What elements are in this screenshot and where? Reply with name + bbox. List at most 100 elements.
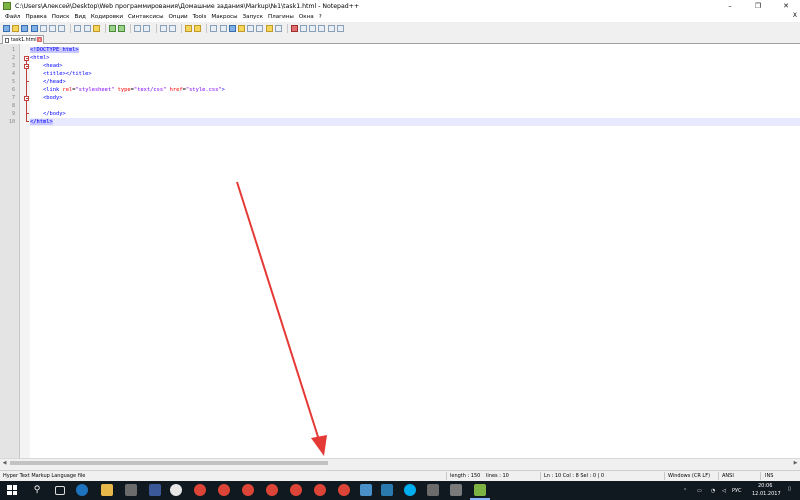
abc-spellcheck-icon[interactable]: [336, 24, 344, 32]
replace-icon[interactable]: [143, 24, 151, 32]
new-file-icon[interactable]: [3, 24, 10, 32]
search-icon[interactable]: ⚲: [31, 484, 43, 496]
close-document-button[interactable]: X: [793, 12, 797, 19]
doc-map-icon[interactable]: [247, 24, 255, 32]
scrollbar-thumb[interactable]: [10, 461, 328, 465]
app-icon[interactable]: [170, 484, 182, 496]
folder-workspace-icon[interactable]: [265, 24, 273, 32]
toolbar-separator: [104, 23, 106, 33]
people-icon[interactable]: ⌃: [683, 488, 687, 494]
volume-icon[interactable]: ◁: [722, 488, 726, 494]
file-explorer-icon[interactable]: [101, 484, 113, 496]
store-icon[interactable]: [149, 484, 161, 496]
horizontal-scrollbar[interactable]: ◀ ▶: [0, 458, 800, 467]
save-all-icon[interactable]: [30, 24, 38, 32]
undo-icon[interactable]: [108, 24, 116, 32]
close-all-icon[interactable]: [48, 24, 56, 32]
menu-tools[interactable]: Tools: [193, 14, 207, 20]
fold-toggle-head-icon[interactable]: [24, 63, 29, 69]
open-file-icon[interactable]: [12, 24, 20, 32]
code-text: </head>: [30, 79, 66, 85]
chrome-icon[interactable]: [338, 484, 350, 496]
fold-toggle-html-icon[interactable]: [24, 55, 29, 61]
clock-date[interactable]: 12.01.2017: [752, 491, 781, 497]
close-window-button[interactable]: ✕: [772, 0, 800, 12]
toolbar-separator: [286, 23, 288, 33]
find-icon[interactable]: [134, 24, 142, 32]
menu-file[interactable]: Файл: [5, 14, 20, 20]
menu-run[interactable]: Запуск: [243, 14, 263, 20]
clock-time[interactable]: 20:06: [758, 483, 772, 489]
scroll-left-icon[interactable]: ◀: [0, 459, 9, 467]
menu-encoding[interactable]: Кодировки: [91, 14, 123, 20]
chrome-icon[interactable]: [194, 484, 206, 496]
line-number: 1: [11, 47, 15, 53]
zoom-in-icon[interactable]: [159, 24, 167, 32]
edge-browser-icon[interactable]: [76, 484, 88, 496]
editor-area[interactable]: 1 2 3 4 5 6 7 8 9 10 <!DOCTYPE html> <ht…: [0, 44, 800, 458]
code-text: <title></title>: [30, 71, 92, 77]
play-macro-icon[interactable]: [309, 24, 317, 32]
menu-window[interactable]: Окна: [299, 14, 314, 20]
zoom-out-icon[interactable]: [168, 24, 176, 32]
menu-edit[interactable]: Правка: [25, 14, 46, 20]
function-list-icon[interactable]: [256, 24, 264, 32]
paste-icon[interactable]: [92, 24, 100, 32]
minimize-button[interactable]: –: [716, 0, 744, 12]
menu-settings[interactable]: Опции: [168, 14, 187, 20]
cut-icon[interactable]: [74, 24, 82, 32]
checkmark-app-icon[interactable]: [381, 484, 393, 496]
word-wrap-icon[interactable]: [210, 24, 218, 32]
tab-label: task1.html: [11, 37, 37, 43]
notifications-icon[interactable]: ▯: [788, 486, 791, 492]
skype-icon[interactable]: [404, 484, 416, 496]
chrome-icon[interactable]: [266, 484, 278, 496]
menu-language[interactable]: Синтаксисы: [128, 14, 163, 20]
maximize-button[interactable]: ❐: [744, 0, 772, 12]
record-macro-icon[interactable]: [290, 24, 298, 32]
code-line-10-current: </html>: [30, 118, 800, 126]
scroll-right-icon[interactable]: ▶: [791, 459, 800, 467]
chrome-icon[interactable]: [218, 484, 230, 496]
status-cursor-position: Ln : 10 Col : 8 Sel : 0 | 0: [544, 473, 605, 479]
notepadpp-taskbar-icon[interactable]: [474, 484, 486, 496]
tab-close-button[interactable]: x: [37, 37, 42, 42]
chrome-icon[interactable]: [314, 484, 326, 496]
menu-help[interactable]: ?: [319, 14, 322, 20]
code-line-2: <html>: [30, 54, 800, 62]
menu-macro[interactable]: Макросы: [211, 14, 237, 20]
menu-plugins[interactable]: Плагины: [268, 14, 294, 20]
chrome-icon[interactable]: [242, 484, 254, 496]
sync-vertical-icon[interactable]: [185, 24, 192, 32]
save-macro-icon[interactable]: [327, 24, 335, 32]
fold-toggle-body-icon[interactable]: [24, 95, 29, 101]
tab-task1-html[interactable]: task1.html x: [2, 35, 44, 44]
windows-start-icon[interactable]: [6, 484, 18, 496]
calculator-icon[interactable]: [125, 484, 137, 496]
code-view[interactable]: <!DOCTYPE html> <html> <head> <title></t…: [30, 44, 800, 458]
network-icon[interactable]: ◔: [711, 488, 715, 494]
app-icon[interactable]: [450, 484, 462, 496]
menu-view[interactable]: Вид: [74, 14, 85, 20]
line-number: 10: [8, 119, 15, 125]
show-all-chars-icon[interactable]: [219, 24, 227, 32]
play-macro-multiple-icon[interactable]: [318, 24, 326, 32]
stop-macro-icon[interactable]: [300, 24, 308, 32]
app-icon[interactable]: [360, 484, 372, 496]
close-file-icon[interactable]: [39, 24, 47, 32]
monitoring-icon[interactable]: [274, 24, 282, 32]
battery-icon[interactable]: ▭: [697, 488, 702, 494]
input-language[interactable]: РУС: [732, 488, 742, 494]
app-icon[interactable]: [427, 484, 439, 496]
udl-icon[interactable]: [237, 24, 245, 32]
task-view-icon[interactable]: [55, 486, 65, 495]
menu-search[interactable]: Поиск: [52, 14, 70, 20]
copy-icon[interactable]: [83, 24, 91, 32]
print-icon[interactable]: [58, 24, 66, 32]
redo-icon[interactable]: [118, 24, 126, 32]
sync-horizontal-icon[interactable]: [194, 24, 202, 32]
indent-guide-icon[interactable]: [228, 24, 236, 32]
save-icon[interactable]: [21, 24, 29, 32]
chrome-icon[interactable]: [290, 484, 302, 496]
